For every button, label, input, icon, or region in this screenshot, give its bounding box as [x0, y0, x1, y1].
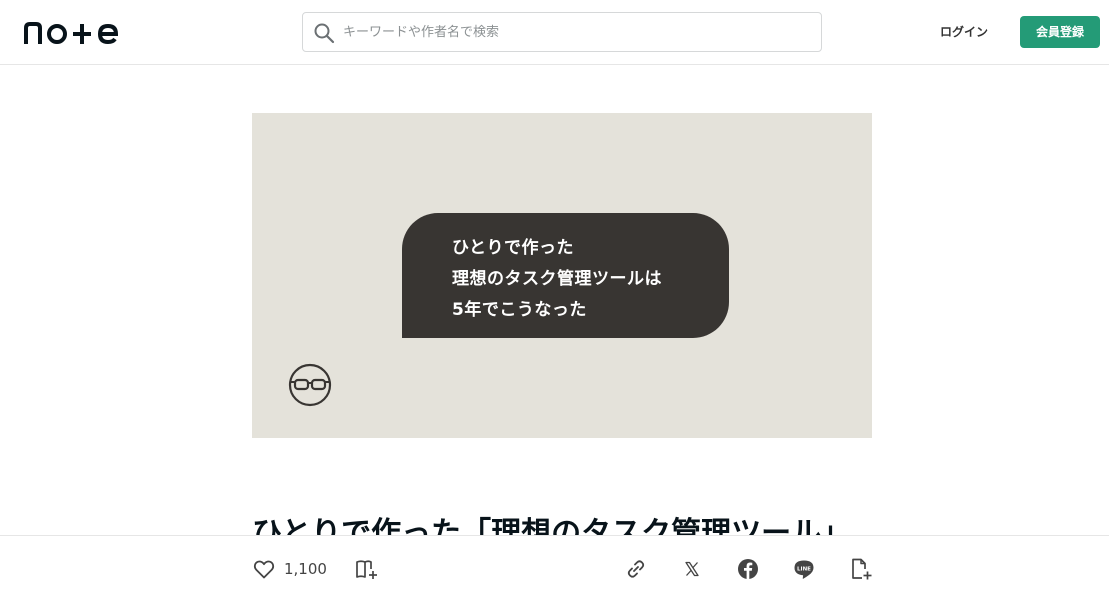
share-line-button[interactable]: LINE	[793, 556, 815, 582]
facebook-icon	[738, 559, 758, 579]
article-eyecatch-image: ひとりで作った 理想のタスク管理ツールは 5年でこうなった	[252, 113, 872, 438]
clip-add-icon	[852, 558, 872, 580]
article-action-bar: 1,100 LINE	[0, 535, 1109, 600]
site-header: ログイン 会員登録	[0, 0, 1109, 65]
search-icon	[314, 23, 335, 44]
share-facebook-button[interactable]	[737, 556, 759, 582]
eyecatch-line-1: ひとりで作った	[452, 238, 574, 258]
magazine-add-icon	[356, 560, 377, 579]
eyecatch-line-2: 理想のタスク管理ツールは	[452, 269, 662, 289]
add-to-magazine-button[interactable]	[355, 556, 379, 582]
like-button[interactable]: 1,100	[252, 556, 327, 582]
search-input[interactable]	[343, 13, 813, 51]
signup-button[interactable]: 会員登録	[1020, 16, 1100, 48]
add-to-clip-button[interactable]	[849, 556, 873, 582]
like-count: 1,100	[284, 560, 327, 578]
note-logo[interactable]	[24, 18, 124, 46]
glasses-face-icon	[288, 363, 332, 407]
speech-bubble: ひとりで作った 理想のタスク管理ツールは 5年でこうなった	[402, 213, 729, 338]
login-button[interactable]: ログイン	[926, 16, 1002, 48]
eyecatch-line-3: 5年でこうなった	[452, 300, 587, 320]
x-icon	[685, 561, 699, 577]
heart-icon	[253, 560, 275, 579]
link-icon	[627, 560, 645, 578]
search-box[interactable]	[302, 12, 822, 52]
svg-text:LINE: LINE	[797, 566, 811, 572]
copy-link-button[interactable]	[624, 556, 648, 582]
share-x-button[interactable]	[681, 556, 703, 582]
line-icon: LINE	[794, 560, 814, 579]
